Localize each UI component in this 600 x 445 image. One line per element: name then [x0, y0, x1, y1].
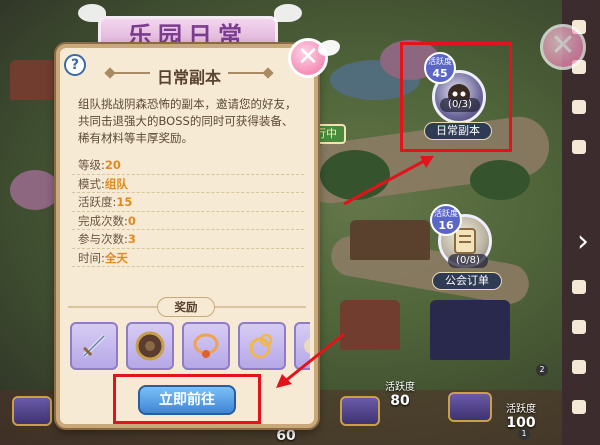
stat-value: 全天	[104, 250, 128, 265]
film-hole	[572, 320, 586, 334]
reward-item[interactable]	[126, 322, 174, 370]
stat-row-activity: 活跃度:15	[72, 193, 304, 212]
stat-label: 活跃度:	[78, 195, 117, 209]
stat-label: 完成次数:	[78, 213, 128, 228]
chest-icon[interactable]	[448, 392, 492, 422]
activity-milestone: 活跃度 80	[378, 378, 422, 409]
film-hole	[572, 400, 586, 414]
highlight-box-go-button	[113, 374, 261, 424]
highlight-box-daily-dungeon	[400, 42, 512, 152]
badge-value: 16	[438, 219, 454, 232]
stat-row-mode: 模式:组队	[72, 175, 304, 193]
chest-icon[interactable]	[340, 396, 380, 426]
stats-list: 等级:20 模式:组队 活跃度:15 完成次数:0 参与次数:3 时间:全天	[72, 156, 304, 267]
badge-label: 活跃度	[434, 209, 458, 218]
stat-label: 时间:	[78, 250, 105, 265]
film-hole	[572, 100, 586, 114]
scroll-right-arrow[interactable]: ›	[572, 212, 594, 272]
stat-label: 等级:	[78, 158, 105, 172]
activity-milestone: 60	[266, 428, 306, 444]
stat-row-time: 时间:全天	[72, 249, 304, 267]
close-icon: ✕	[297, 42, 319, 72]
stat-row-completed: 完成次数:0	[72, 212, 304, 230]
chest-icon[interactable]	[12, 396, 52, 426]
help-button[interactable]: ?	[64, 54, 86, 76]
popup-description: 组队挑战阴森恐怖的副本，邀请您的好友，共同击退强大的BOSS的同时可获得装备、稀…	[78, 97, 297, 145]
activity-label: 活跃度	[385, 382, 415, 393]
reward-item[interactable]	[70, 322, 118, 370]
reward-title: 奖励	[157, 297, 215, 317]
reward-item[interactable]	[182, 322, 230, 370]
activity-milestone: 活跃度 100	[496, 400, 546, 431]
arrow-icon	[276, 332, 345, 388]
popup-title: 日常副本	[156, 68, 221, 87]
film-hole	[572, 140, 586, 154]
stat-label: 模式:	[78, 176, 105, 191]
wing-decoration	[274, 4, 302, 22]
stat-row-participated: 参与次数:3	[72, 230, 304, 249]
stat-value: 3	[127, 232, 136, 246]
page-dot: 1	[518, 428, 530, 440]
film-hole	[572, 360, 586, 374]
arrow-icon	[343, 156, 434, 206]
necklace-icon	[193, 333, 219, 358]
title-ornament	[228, 72, 272, 74]
stat-row-level: 等级:20	[72, 156, 304, 175]
stat-value: 15	[116, 195, 133, 209]
sword-icon	[82, 334, 106, 358]
stat-label: 参与次数:	[78, 232, 128, 246]
activity-value: 60	[276, 428, 296, 444]
node-count: (0/8)	[448, 254, 488, 268]
node-label: 公会订单	[432, 272, 502, 290]
film-hole	[572, 280, 586, 294]
page-dot: 2	[536, 364, 548, 376]
shield-icon	[135, 331, 165, 361]
stat-value: 0	[127, 213, 136, 228]
stat-value: 20	[104, 158, 121, 172]
activity-value: 80	[390, 393, 410, 409]
close-icon: ✕	[550, 28, 576, 63]
activity-label: 活跃度	[506, 404, 536, 415]
stat-value: 组队	[104, 176, 128, 191]
close-map-button[interactable]: ✕	[540, 24, 586, 70]
